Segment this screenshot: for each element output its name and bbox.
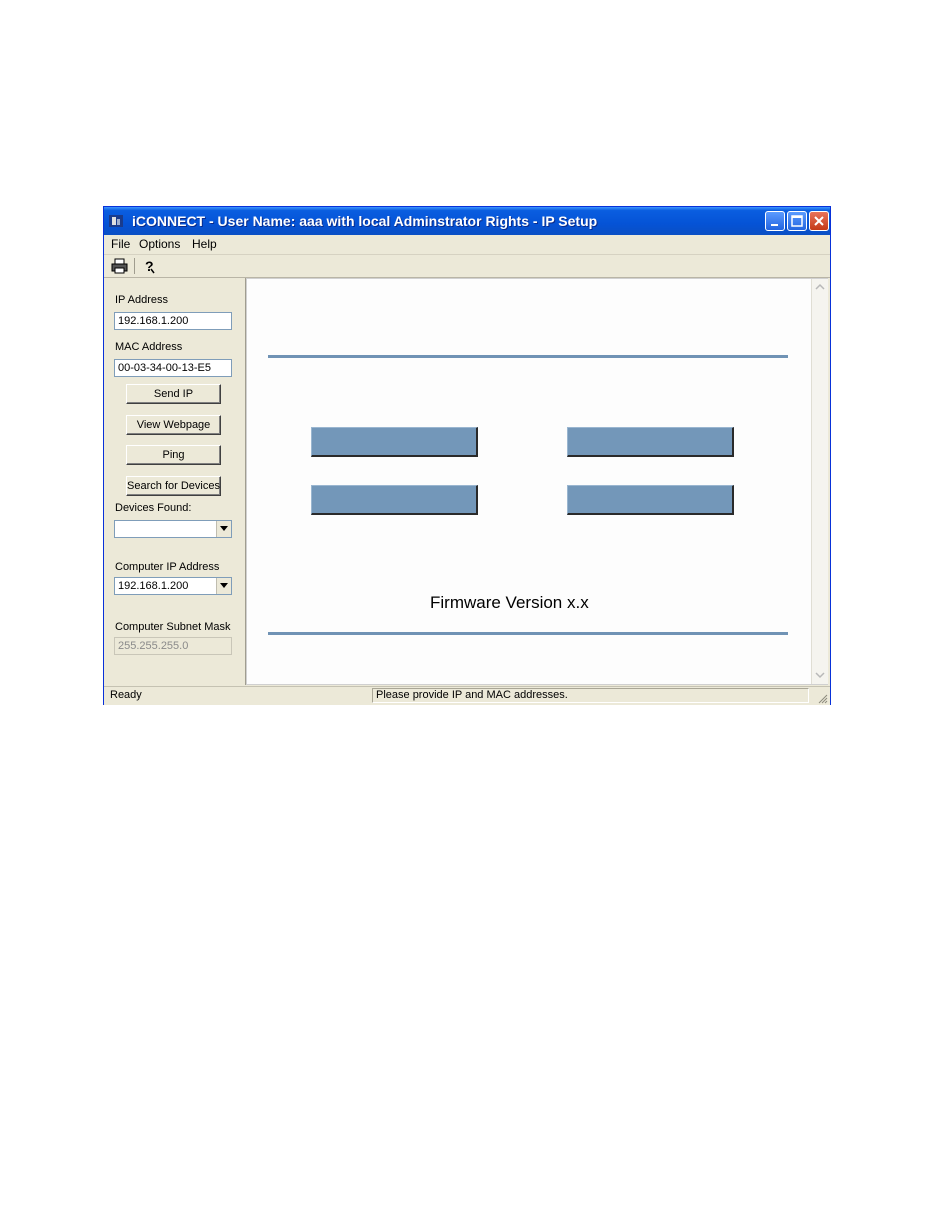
ip-address-input[interactable]: [114, 312, 232, 330]
ip-address-label: IP Address: [115, 294, 168, 306]
maximize-button[interactable]: [787, 211, 807, 231]
left-panel: IP Address MAC Address Send IP View Webp…: [106, 278, 246, 685]
devices-found-label: Devices Found:: [115, 502, 192, 514]
content-button-3[interactable]: [311, 485, 478, 515]
ping-button[interactable]: Ping: [126, 445, 221, 465]
scroll-up-button[interactable]: [813, 280, 827, 294]
print-icon: [111, 258, 128, 274]
toolbar: ?: [104, 254, 830, 278]
title-bar[interactable]: iCONNECT - User Name: aaa with local Adm…: [104, 207, 830, 235]
computer-ip-select[interactable]: 192.168.1.200: [114, 577, 232, 595]
status-ready: Ready: [110, 689, 142, 701]
close-button[interactable]: [809, 211, 829, 231]
menu-help[interactable]: Help: [192, 237, 217, 251]
vertical-scrollbar[interactable]: [811, 279, 828, 684]
resize-grip-icon[interactable]: [816, 692, 828, 704]
chevron-down-icon: [220, 526, 228, 531]
minimize-button[interactable]: [765, 211, 785, 231]
chevron-down-icon: [815, 672, 825, 679]
status-message: Please provide IP and MAC addresses.: [372, 688, 809, 703]
search-devices-button[interactable]: Search for Devices: [126, 476, 221, 496]
dropdown-button[interactable]: [216, 578, 231, 594]
main-content: Firmware Version x.x: [246, 278, 828, 685]
content-button-2[interactable]: [567, 427, 734, 457]
help-button[interactable]: ?: [140, 257, 160, 275]
view-webpage-button[interactable]: View Webpage: [126, 415, 221, 435]
app-icon[interactable]: [108, 213, 124, 229]
content-button-4[interactable]: [567, 485, 734, 515]
devices-found-select[interactable]: [114, 520, 232, 538]
computer-ip-value: 192.168.1.200: [118, 580, 189, 592]
minimize-icon: [771, 224, 778, 226]
menu-options[interactable]: Options: [139, 237, 180, 251]
help-icon: ?: [145, 258, 155, 274]
menu-file[interactable]: File: [111, 237, 130, 251]
bottom-divider: [268, 632, 788, 635]
menu-bar: File Options Help: [104, 235, 830, 253]
window-title: iCONNECT - User Name: aaa with local Adm…: [132, 213, 598, 229]
mac-address-label: MAC Address: [115, 341, 183, 353]
top-divider: [268, 355, 788, 358]
chevron-up-icon: [815, 283, 825, 290]
toolbar-separator: [134, 258, 135, 274]
maximize-icon: [791, 215, 803, 227]
print-button[interactable]: [110, 257, 130, 275]
computer-ip-label: Computer IP Address: [115, 561, 220, 573]
close-icon: [814, 216, 824, 226]
scroll-down-button[interactable]: [813, 668, 827, 682]
app-window: iCONNECT - User Name: aaa with local Adm…: [103, 206, 831, 705]
status-bar: Ready Please provide IP and MAC addresse…: [104, 686, 830, 705]
content-button-1[interactable]: [311, 427, 478, 457]
subnet-mask-input: [114, 637, 232, 655]
subnet-mask-label: Computer Subnet Mask: [115, 621, 231, 633]
send-ip-button[interactable]: Send IP: [126, 384, 221, 404]
dropdown-button[interactable]: [216, 521, 231, 537]
firmware-version: Firmware Version x.x: [430, 593, 589, 612]
mac-address-input[interactable]: [114, 359, 232, 377]
chevron-down-icon: [220, 583, 228, 588]
